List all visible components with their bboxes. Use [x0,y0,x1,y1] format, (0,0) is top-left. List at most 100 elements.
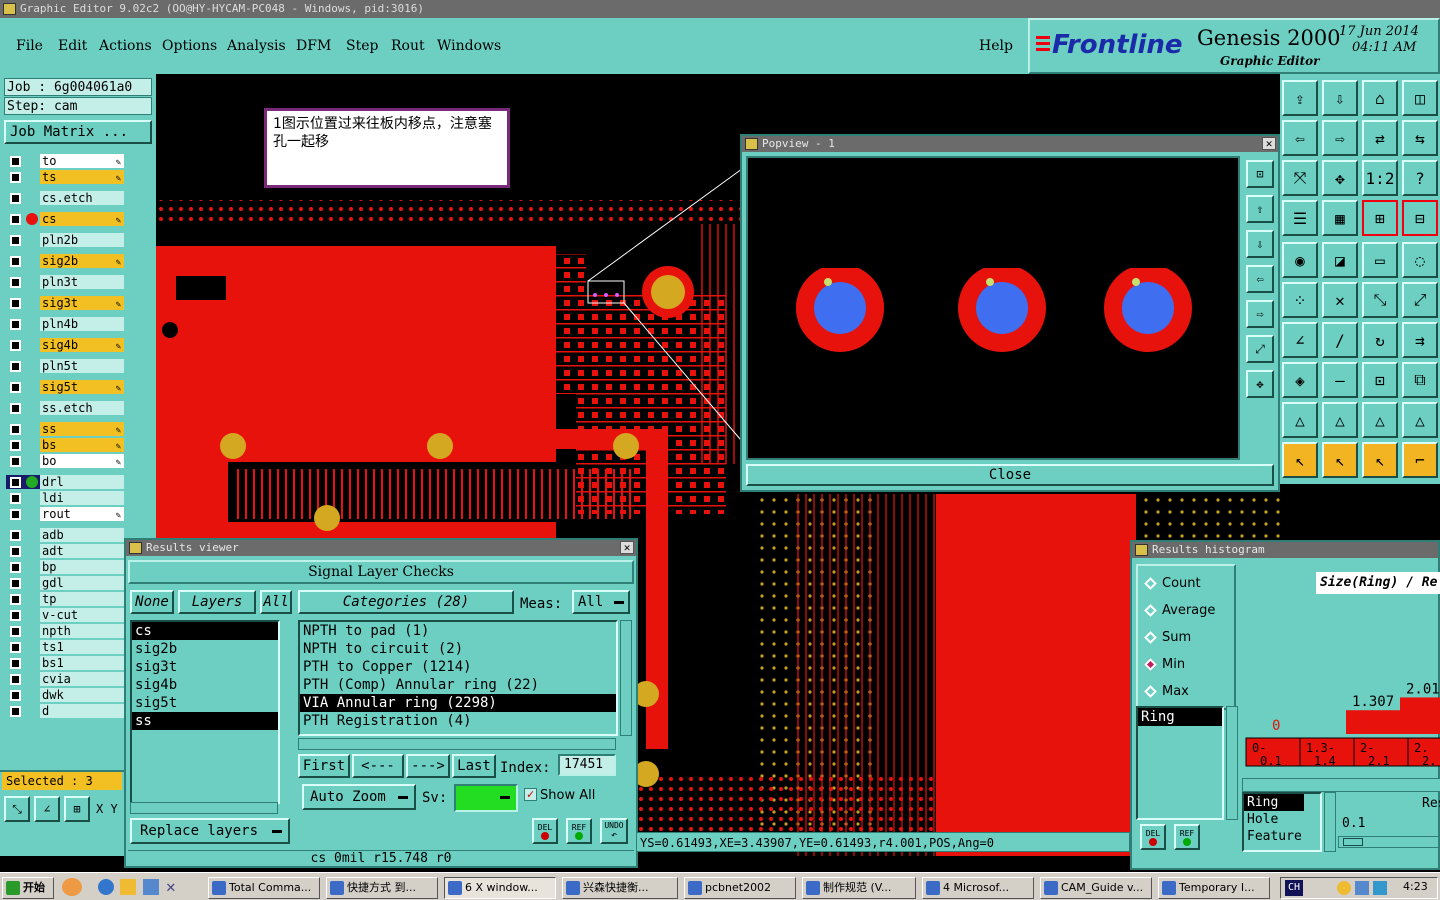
layer-row[interactable]: ldi [6,491,124,505]
pan-right-icon[interactable]: ⇨ [1322,120,1358,156]
popview-close-button[interactable]: Close [746,464,1274,486]
histogram-option[interactable]: Min [1142,655,1185,675]
layer-checkbox-icon[interactable] [10,214,21,225]
layer-result-list[interactable]: cs sig2b sig3t sig4b sig5t ss [130,620,280,804]
x-app-icon[interactable]: ✕ [166,877,176,896]
pointer-select-icon[interactable]: ↖ [1322,442,1358,478]
home-icon[interactable]: ⌂ [1362,80,1398,116]
layer-name[interactable]: gdl [40,576,124,590]
field-item[interactable]: Hole [1244,811,1320,828]
layer-checkbox-icon[interactable] [10,626,21,637]
zoom-tool-icon[interactable]: ⤡ [4,796,30,822]
menu-help[interactable]: Help [979,38,1013,54]
rotate-icon[interactable]: ↻ [1362,322,1398,358]
category-hscroll[interactable] [298,738,616,750]
menu-actions[interactable]: Actions [99,38,152,54]
mirror-icon[interactable]: ⇆ [1402,120,1438,156]
layer-row[interactable]: drl [6,475,124,489]
layer-row[interactable]: cs ✎ [6,212,124,226]
layer-row[interactable]: pln4b [6,317,124,331]
result-layer-item[interactable]: sig3t [132,658,278,676]
layer-row[interactable]: pln5t [6,359,124,373]
layer-checkbox-icon[interactable] [10,578,21,589]
language-indicator[interactable]: CH [1285,880,1303,896]
snap-icon[interactable]: ⁘ [1282,282,1318,318]
layer-checkbox-icon[interactable] [10,706,21,717]
layer-checkbox-icon[interactable] [10,193,21,204]
ie-icon[interactable] [98,879,114,895]
layers-button[interactable]: Layers [178,590,256,614]
menu-file[interactable]: File [16,38,43,54]
histogram-hscroll[interactable] [1242,778,1440,792]
measure-vscroll[interactable] [1226,706,1238,820]
prev-button[interactable]: <--- [352,754,404,778]
field-vscroll[interactable] [1324,792,1336,852]
layer-checkbox-icon[interactable] [10,319,21,330]
layer-checkbox-icon[interactable] [10,156,21,167]
layer-row[interactable]: cs.etch [6,191,124,205]
reference-icon[interactable]: REF [566,818,592,844]
layer-name[interactable]: pln2b [40,233,124,247]
layer-name[interactable]: pln5t [40,359,124,373]
swap-icon[interactable]: ⇄ [1362,120,1398,156]
layer-name[interactable]: pln4b [40,317,124,331]
bar-icon[interactable]: — [1322,362,1358,398]
category-item[interactable]: NPTH to pad (1) [300,622,616,640]
help-icon[interactable]: ? [1402,160,1438,196]
layer-row[interactable]: ss.etch [6,401,124,415]
select-area-icon[interactable]: ◈ [1282,362,1318,398]
meas-select[interactable]: All [572,590,630,614]
network-icon[interactable] [1373,881,1387,895]
result-layer-item[interactable]: cs [132,622,278,640]
delete-icon[interactable]: DEL [532,818,558,844]
cross-icon[interactable]: ✕ [1322,282,1358,318]
layer-name[interactable]: cs ✎ [40,212,124,226]
field-item[interactable]: Feature [1244,828,1320,845]
layer-checkbox-icon[interactable] [10,456,21,467]
categories-button[interactable]: Categories (28) [298,590,514,614]
show-all-checkbox[interactable]: ✓ [524,788,537,801]
layer-row[interactable]: tp [6,592,124,606]
layer-name[interactable]: pln3t [40,275,124,289]
category-item[interactable]: PTH to Copper (1214) [300,658,616,676]
measure-item[interactable]: Ring [1138,708,1222,726]
triangle-icon[interactable]: △ [1282,402,1318,438]
pop-zoom-in-icon[interactable]: ⤢ [1246,335,1274,363]
a-icon[interactable]: △ [1322,402,1358,438]
layer-name[interactable]: adb [40,528,124,542]
result-layer-item[interactable]: ss [132,712,278,730]
copy-icon[interactable]: ⧉ [1402,362,1438,398]
layer-checkbox-icon[interactable] [10,361,21,372]
layers-off-icon[interactable]: ⊟ [1402,200,1438,236]
menu-rout[interactable]: Rout [391,38,425,54]
histogram-measure-list[interactable]: Ring [1136,706,1224,820]
layer-name[interactable]: bs1 [40,656,124,670]
layer-name[interactable]: sig3t ✎ [40,296,124,310]
layer-row[interactable]: ss ✎ [6,422,124,436]
layer-row[interactable]: npth [6,624,124,638]
menu-dfm[interactable]: DFM [296,38,331,54]
clock-app-icon[interactable] [120,879,136,895]
quicklaunch-icon[interactable] [62,878,82,896]
histogram-option[interactable]: Sum [1142,628,1191,648]
taskbar-item[interactable]: 制作规范 (V... [802,877,916,899]
category-item[interactable]: VIA Annular ring (2298) [300,694,616,712]
category-vscroll[interactable] [620,620,632,736]
category-item[interactable]: PTH Registration (4) [300,712,616,730]
layer-name[interactable]: bp [40,560,124,574]
category-item[interactable]: NPTH to circuit (2) [300,640,616,658]
layer-row[interactable]: d [6,704,124,718]
result-layer-item[interactable]: sig4b [132,676,278,694]
layer-name[interactable]: bo ✎ [40,454,124,468]
next-button[interactable]: ---> [406,754,450,778]
histogram-bar[interactable] [1346,710,1400,734]
layer-checkbox-icon[interactable] [10,477,21,488]
tray-icon-1[interactable] [1337,881,1351,895]
layer-checkbox-icon[interactable] [10,546,21,557]
layer-row[interactable]: gdl [6,576,124,590]
layer-row[interactable]: cvia [6,672,124,686]
layers-none-button[interactable]: None [130,590,174,614]
radio-icon[interactable] [1144,604,1157,617]
popview-close-icon[interactable]: ✕ [1262,137,1276,150]
menu-step[interactable]: Step [346,38,378,54]
